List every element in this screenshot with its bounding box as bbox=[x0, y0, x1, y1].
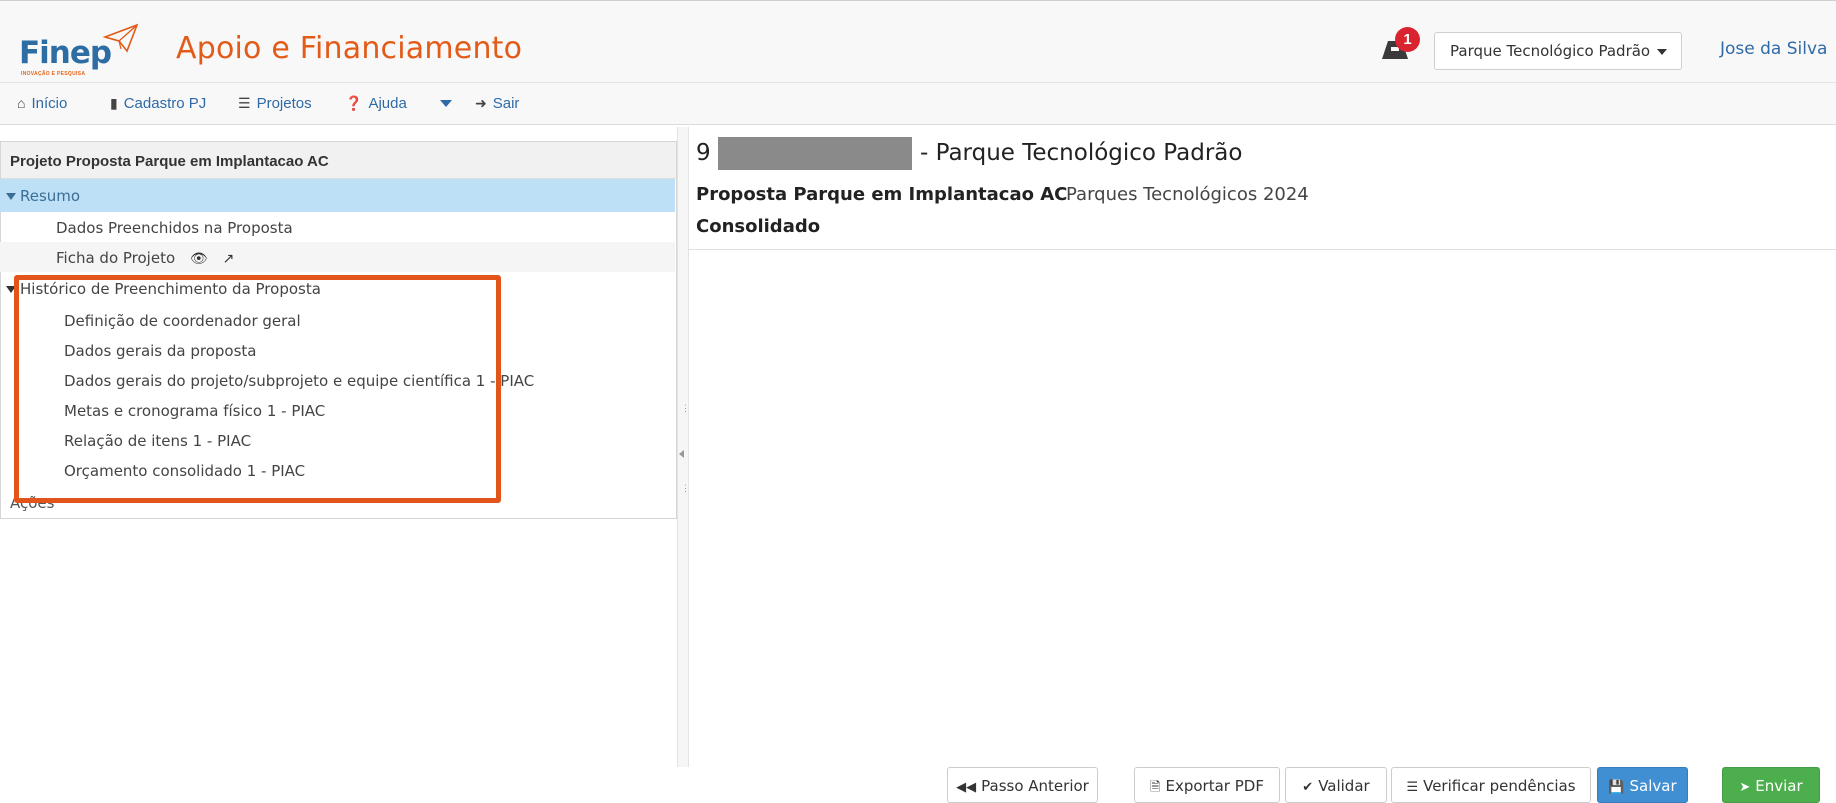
tree-item-historico-2[interactable]: Dados gerais da proposta bbox=[0, 335, 675, 365]
redacted-project-number bbox=[718, 137, 912, 170]
logo-subtitle: INOVAÇÃO E PESQUISA bbox=[21, 71, 86, 77]
tree-item-historico-1[interactable]: Definição de coordenador geral bbox=[0, 305, 675, 335]
tree-group-label: Resumo bbox=[20, 187, 81, 205]
logo-text: Finep bbox=[19, 35, 112, 71]
home-icon: ⌂ bbox=[17, 95, 26, 111]
tree-item-historico-4[interactable]: Metas e cronograma físico 1 - PIAC bbox=[0, 395, 675, 425]
nav-item-sair[interactable]: ➜ Sair bbox=[475, 95, 519, 112]
nav-label: Cadastro PJ bbox=[123, 95, 207, 112]
exportar-pdf-button[interactable]: 🗎 Exportar PDF bbox=[1134, 767, 1280, 803]
button-label: Passo Anterior bbox=[981, 777, 1089, 795]
nav-label: Sair bbox=[492, 95, 520, 112]
notification-badge[interactable]: 1 bbox=[1395, 27, 1420, 52]
chevron-down-icon bbox=[1657, 48, 1668, 55]
button-label: Salvar bbox=[1629, 777, 1677, 795]
tree-item-historico-3[interactable]: Dados gerais do projeto/subprojeto e equ… bbox=[0, 365, 675, 395]
section-title: Consolidado bbox=[696, 216, 821, 237]
file-pdf-icon: 🗎 bbox=[1150, 780, 1161, 795]
tree-item-label: Ficha do Projeto bbox=[56, 249, 176, 267]
paper-plane-icon bbox=[103, 23, 139, 53]
project-id-prefix: 9 bbox=[696, 140, 711, 166]
nav-label: Ajuda bbox=[368, 95, 407, 112]
sign-out-icon: ➜ bbox=[475, 95, 487, 111]
tree-group-acoes[interactable]: Ações bbox=[10, 494, 54, 512]
tree-item-historico-6[interactable]: Orçamento consolidado 1 - PIAC bbox=[0, 455, 675, 485]
nav-item-cadastro-pj[interactable]: ▮ Cadastro PJ bbox=[110, 95, 206, 112]
list-ol-icon: ☰ bbox=[1406, 780, 1419, 795]
tree-item-label: Dados gerais do projeto/subprojeto e equ… bbox=[64, 372, 535, 390]
button-label: Exportar PDF bbox=[1165, 777, 1264, 795]
passo-anterior-button[interactable]: ◀◀ Passo Anterior bbox=[947, 767, 1098, 803]
content-divider bbox=[689, 249, 1836, 250]
app-title: Apoio e Financiamento bbox=[176, 31, 523, 66]
save-icon: 💾 bbox=[1608, 780, 1625, 795]
tree-group-resumo[interactable]: Resumo bbox=[0, 179, 675, 212]
button-label: Validar bbox=[1318, 777, 1370, 795]
caret-down-icon bbox=[6, 286, 16, 293]
tree-item-label: Relação de itens 1 - PIAC bbox=[64, 432, 252, 450]
check-circle-icon: ✔ bbox=[1302, 780, 1314, 795]
caret-down-icon bbox=[6, 193, 16, 200]
tree-item-dados-preenchidos[interactable]: Dados Preenchidos na Proposta bbox=[0, 212, 675, 242]
tree-item-label: Dados gerais da proposta bbox=[64, 342, 257, 360]
proposta-title: Proposta Parque em Implantacao AC bbox=[696, 184, 1068, 205]
nav-item-inicio[interactable]: ⌂ Início bbox=[17, 95, 67, 112]
splitter-grip-icon[interactable]: ⋮ bbox=[681, 484, 690, 493]
external-link-icon[interactable]: ↗ bbox=[222, 251, 234, 267]
nav-label: Início bbox=[31, 95, 68, 112]
eye-icon[interactable]: 👁 bbox=[190, 251, 208, 267]
list-icon: ☰ bbox=[238, 95, 251, 111]
parque-selector-label: Parque Tecnológico Padrão bbox=[1450, 42, 1651, 60]
enviar-button[interactable]: ➤ Enviar bbox=[1722, 767, 1820, 803]
tree-item-historico-5[interactable]: Relação de itens 1 - PIAC bbox=[0, 425, 675, 455]
tree-item-label: Dados Preenchidos na Proposta bbox=[56, 219, 293, 237]
main-navbar: ⌂ Início ▮ Cadastro PJ ☰ Projetos ❓ Ajuda ➜ S… bbox=[0, 83, 1836, 125]
app-header: Finep INOVAÇÃO E PESQUISA Apoio e Financ… bbox=[0, 0, 1836, 83]
tree-group-label: Histórico de Preenchimento da Proposta bbox=[20, 280, 321, 298]
tree-item-label: Orçamento consolidado 1 - PIAC bbox=[64, 462, 306, 480]
nav-label: Projetos bbox=[256, 95, 312, 112]
tree-group-historico[interactable]: Histórico de Preenchimento da Proposta bbox=[0, 272, 675, 305]
validar-button[interactable]: ✔ Validar bbox=[1285, 767, 1387, 803]
nav-item-ajuda[interactable]: ❓ Ajuda bbox=[345, 95, 407, 112]
parque-selector-dropdown[interactable]: Parque Tecnológico Padrão bbox=[1434, 32, 1682, 70]
tree-item-label: Metas e cronograma físico 1 - PIAC bbox=[64, 402, 326, 420]
collapse-left-icon[interactable] bbox=[679, 450, 684, 458]
question-circle-icon: ❓ bbox=[345, 95, 363, 111]
tree-item-label: Definição de coordenador geral bbox=[64, 312, 301, 330]
project-title: - Parque Tecnológico Padrão bbox=[920, 140, 1243, 166]
verificar-pendencias-button[interactable]: ☰ Verificar pendências bbox=[1391, 767, 1591, 803]
finep-logo[interactable]: Finep INOVAÇÃO E PESQUISA bbox=[19, 23, 139, 79]
panel-splitter[interactable] bbox=[677, 127, 689, 767]
chamada-name: Parques Tecnológicos 2024 bbox=[1066, 184, 1309, 205]
button-label: Verificar pendências bbox=[1423, 777, 1576, 795]
tree-item-ficha-projeto[interactable]: Ficha do Projeto 👁 ↗ bbox=[0, 242, 675, 272]
building-icon: ▮ bbox=[110, 95, 118, 111]
splitter-grip-icon[interactable]: ⋮ bbox=[681, 404, 690, 413]
ajuda-dropdown-caret-icon[interactable] bbox=[440, 100, 452, 107]
salvar-button[interactable]: 💾 Salvar bbox=[1597, 767, 1688, 803]
panel-title: Projeto Proposta Parque em Implantacao A… bbox=[1, 142, 676, 179]
button-label: Enviar bbox=[1755, 777, 1803, 795]
nav-item-projetos[interactable]: ☰ Projetos bbox=[238, 95, 312, 112]
backward-icon: ◀◀ bbox=[956, 780, 977, 795]
send-icon: ➤ bbox=[1739, 780, 1751, 795]
user-menu-link[interactable]: Jose da Silva bbox=[1720, 39, 1827, 59]
